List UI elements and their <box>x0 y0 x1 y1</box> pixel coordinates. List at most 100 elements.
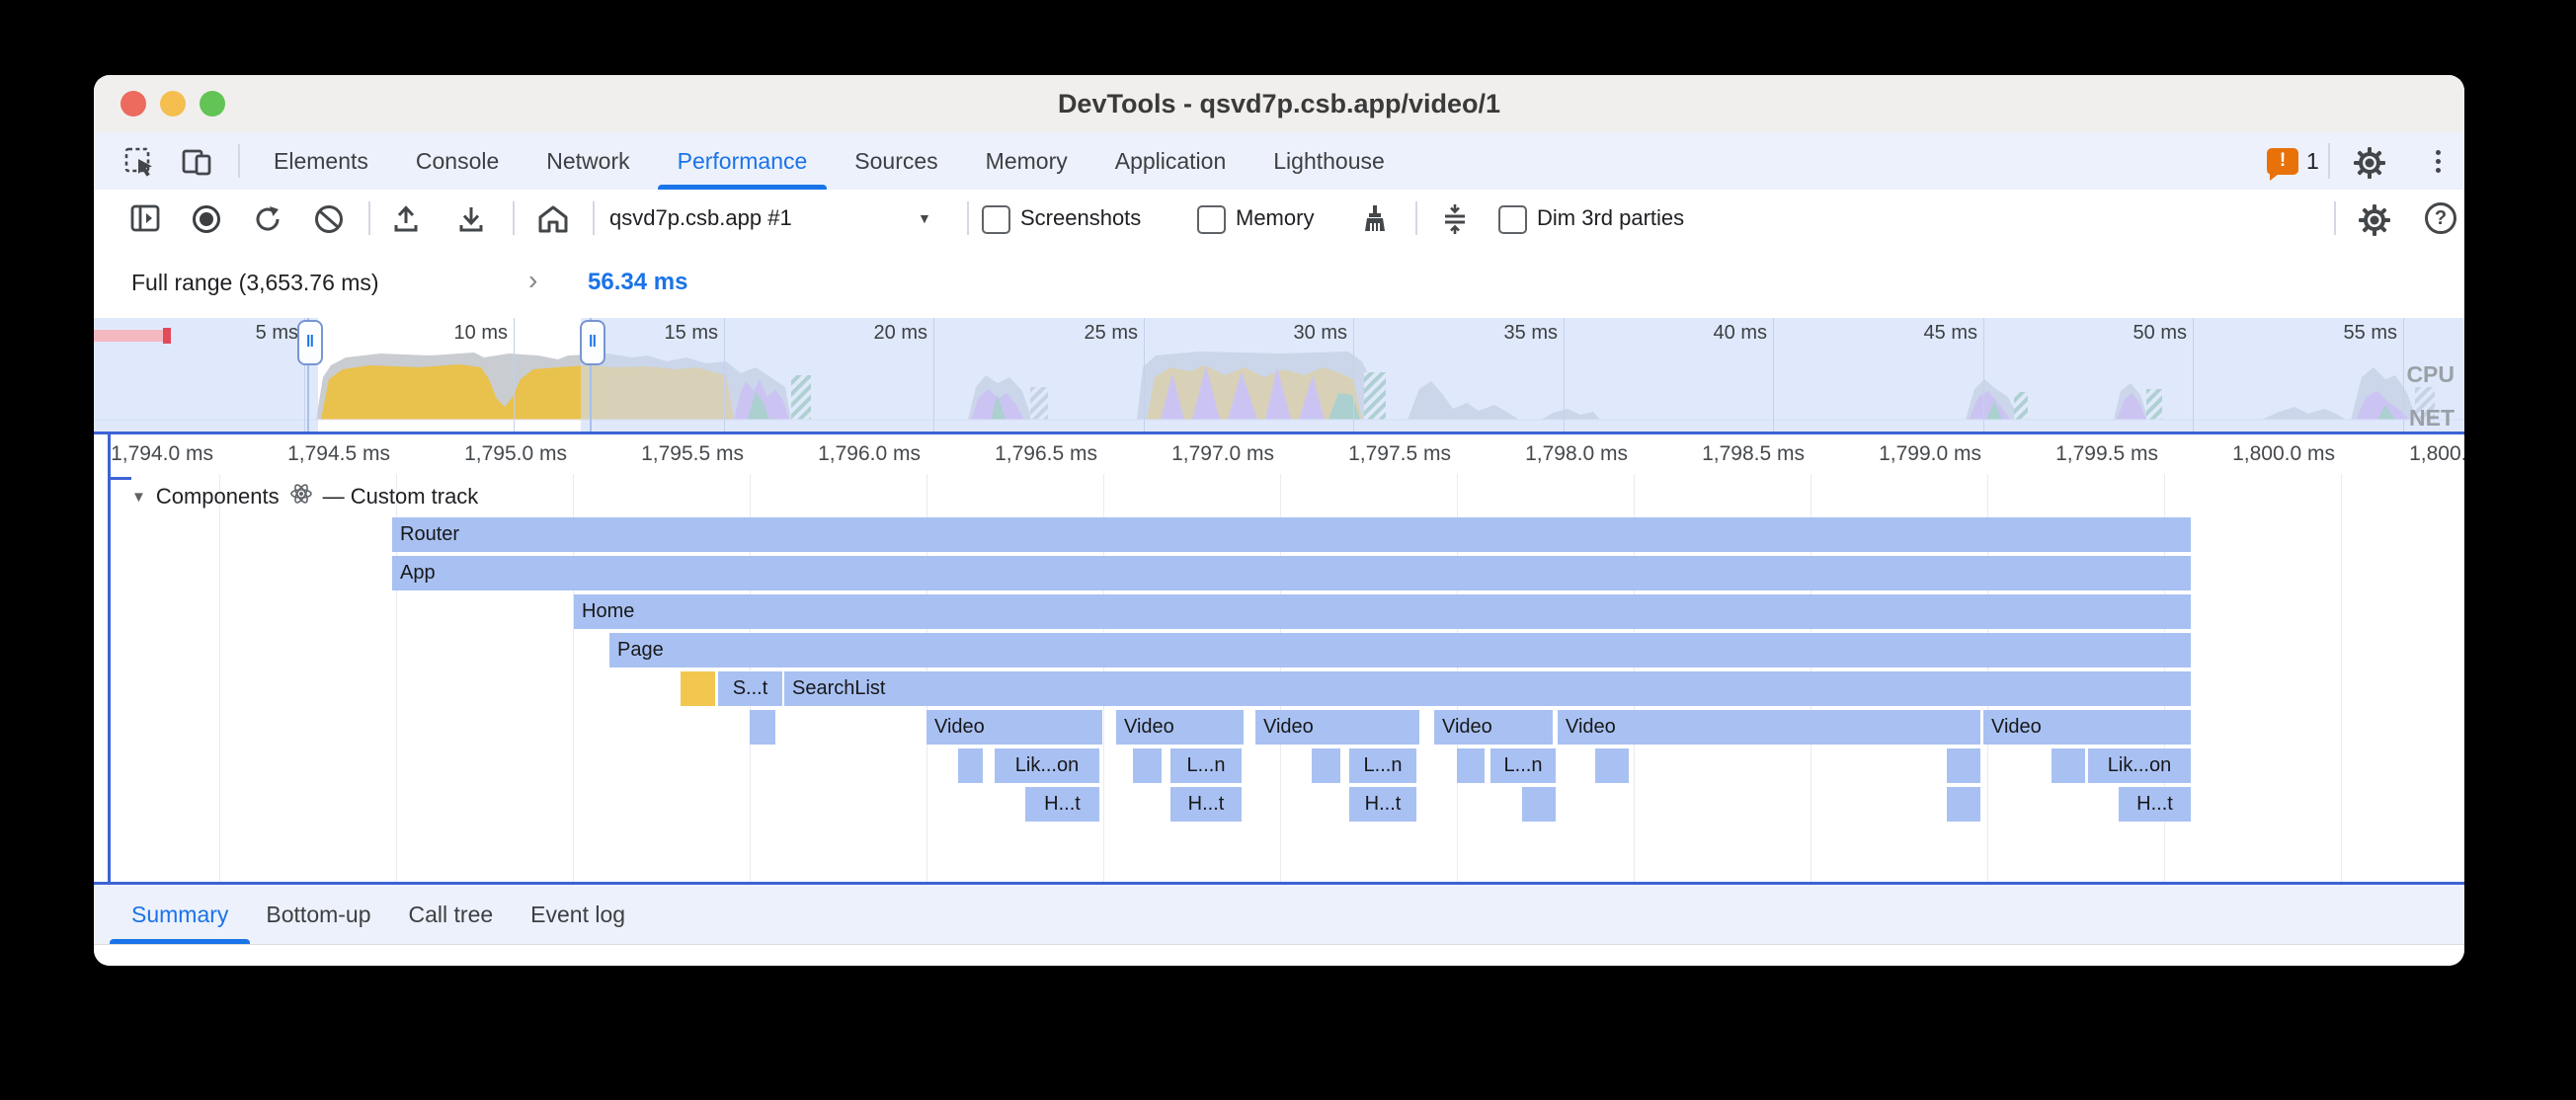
selection-handle-left[interactable]: ‖ <box>297 320 323 365</box>
overview-tick-label: 55 ms <box>2279 320 2397 346</box>
selection-handle-right[interactable]: ‖ <box>580 320 605 365</box>
device-toolbar-icon[interactable] <box>181 146 214 178</box>
tab-elements[interactable]: Elements <box>274 132 368 190</box>
chevron-down-icon[interactable]: ▼ <box>918 190 931 247</box>
record-and-reload-icon[interactable] <box>252 203 283 235</box>
time-ruler-label: 1,799.5 ms <box>2030 434 2158 474</box>
more-options-icon[interactable] <box>2423 146 2453 176</box>
flame-bar-label: Video <box>1263 716 1314 738</box>
flame-bar-anon[interactable] <box>1457 748 1485 783</box>
breadcrumb-full-range[interactable]: Full range (3,653.76 ms) <box>131 247 379 318</box>
flame-bar-anon[interactable] <box>2052 748 2085 783</box>
memory-checkbox[interactable] <box>1197 205 1226 234</box>
flame-bar[interactable]: Video <box>1434 710 1553 745</box>
overview-gridline <box>2193 318 2194 432</box>
separator <box>368 201 370 235</box>
overview-gridline <box>1144 318 1145 432</box>
flame-bar[interactable]: App <box>392 556 2191 590</box>
overview-tick-label: 35 ms <box>1439 320 1558 346</box>
time-ruler-label: 1,795.5 ms <box>615 434 744 474</box>
flame-bar[interactable]: Lik...on <box>2088 748 2191 783</box>
flame-chart[interactable]: ▼ Components — Custom track Router App Hom… <box>94 474 2464 882</box>
capture-settings-gear-icon[interactable] <box>2358 203 2391 237</box>
target-selector[interactable]: qsvd7p.csb.app #1 <box>609 190 792 247</box>
flame-bar[interactable]: Router <box>392 517 2191 552</box>
window-title: DevTools - qsvd7p.csb.app/video/1 <box>94 75 2464 132</box>
tab-application[interactable]: Application <box>1115 132 1227 190</box>
devtools-tabbar: Elements Console Network Performance Sources… <box>94 132 2464 190</box>
overview-tick-label: 50 ms <box>2068 320 2187 346</box>
flame-bar[interactable]: Video <box>1558 710 1980 745</box>
flame-bar-anon[interactable] <box>750 710 775 745</box>
flame-bar-label: H...t <box>1188 793 1225 815</box>
timeline-overview[interactable]: 5 ms10 ms15 ms20 ms25 ms30 ms35 ms40 ms4… <box>94 318 2464 432</box>
screenshots-checkbox[interactable] <box>982 205 1010 234</box>
memory-label[interactable]: Memory <box>1236 190 1314 247</box>
track-name: Components <box>156 484 280 510</box>
time-ruler-label: 1,795.0 ms <box>439 434 567 474</box>
clear-icon[interactable] <box>313 203 345 235</box>
overview-tick-label: 45 ms <box>1859 320 1977 346</box>
flame-bar[interactable]: L...n <box>1490 748 1556 783</box>
home-icon[interactable] <box>536 203 570 235</box>
tab-console[interactable]: Console <box>416 132 499 190</box>
details-tab-event-log[interactable]: Event log <box>530 885 625 944</box>
dim-3rd-parties-label[interactable]: Dim 3rd parties <box>1537 190 1684 247</box>
overview-gridline <box>1983 318 1984 432</box>
toggle-sidebar-icon[interactable] <box>129 203 161 233</box>
flame-bar[interactable]: Home <box>574 594 2191 629</box>
flame-bar[interactable]: L...n <box>1349 748 1416 783</box>
flame-bar-anon[interactable] <box>1133 748 1162 783</box>
flame-bar-label: Video <box>1991 716 2042 738</box>
details-tab-call-tree[interactable]: Call tree <box>409 885 494 944</box>
track-focus-notch <box>108 477 131 480</box>
details-tabbar: Summary Bottom-up Call tree Event log <box>94 885 2464 945</box>
help-glyph: ? <box>2435 207 2447 229</box>
help-icon[interactable]: ? <box>2425 202 2456 234</box>
flame-bar[interactable]: H...t <box>1349 787 1416 822</box>
inspect-element-icon[interactable] <box>123 146 155 178</box>
track-header[interactable]: ▼ Components — Custom track <box>131 482 478 511</box>
dim-3rd-parties-checkbox[interactable] <box>1498 205 1527 234</box>
tab-network[interactable]: Network <box>546 132 629 190</box>
upload-profile-icon[interactable] <box>390 203 422 235</box>
tab-lighthouse[interactable]: Lighthouse <box>1273 132 1385 190</box>
flame-bar[interactable]: Lik...on <box>995 748 1099 783</box>
record-icon[interactable] <box>191 203 222 235</box>
track-focus-border <box>108 434 111 882</box>
expander-icon[interactable]: ▼ <box>131 489 146 506</box>
flame-bar-anon[interactable] <box>1947 748 1980 783</box>
issues-badge-icon[interactable]: ! <box>2267 148 2298 175</box>
flame-bar-anon[interactable] <box>958 748 983 783</box>
flame-bar[interactable]: L...n <box>1170 748 1242 783</box>
details-tab-summary[interactable]: Summary <box>131 885 228 944</box>
flame-bar-anon[interactable] <box>681 671 715 706</box>
flame-bar[interactable]: Video <box>1983 710 2191 745</box>
tab-memory[interactable]: Memory <box>986 132 1068 190</box>
fit-window-icon[interactable] <box>1439 203 1471 235</box>
details-tab-bottom-up[interactable]: Bottom-up <box>266 885 370 944</box>
flame-bar[interactable]: SearchList <box>784 671 2191 706</box>
overview-gridline <box>1564 318 1565 432</box>
tab-sources[interactable]: Sources <box>854 132 937 190</box>
flame-bar-anon[interactable] <box>1522 787 1556 822</box>
flame-bar-label: H...t <box>1044 793 1081 815</box>
flame-bar[interactable]: Video <box>1255 710 1419 745</box>
breadcrumb-selected-range[interactable]: 56.34 ms <box>588 247 687 318</box>
flame-bar[interactable]: S...t <box>718 671 782 706</box>
flame-bar-anon[interactable] <box>1312 748 1340 783</box>
flame-bar[interactable]: H...t <box>2119 787 2191 822</box>
flame-bar-anon[interactable] <box>1947 787 1980 822</box>
flame-bar[interactable]: H...t <box>1170 787 1242 822</box>
handle-grip-icon: ‖ <box>306 332 314 351</box>
flame-bar-anon[interactable] <box>1595 748 1629 783</box>
settings-gear-icon[interactable] <box>2353 146 2386 180</box>
flame-bar[interactable]: H...t <box>1025 787 1099 822</box>
flame-bar[interactable]: Page <box>609 633 2191 668</box>
collect-garbage-icon[interactable] <box>1359 203 1391 235</box>
download-profile-icon[interactable] <box>455 203 487 235</box>
tab-performance[interactable]: Performance <box>678 132 808 190</box>
flame-bar[interactable]: Video <box>926 710 1102 745</box>
screenshots-label[interactable]: Screenshots <box>1020 190 1141 247</box>
flame-bar[interactable]: Video <box>1116 710 1244 745</box>
